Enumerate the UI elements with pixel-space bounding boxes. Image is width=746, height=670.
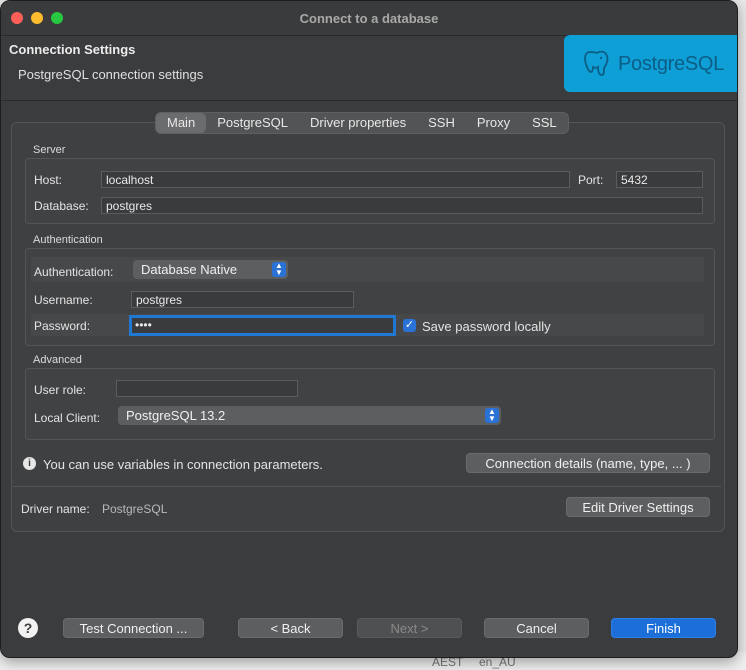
chevron-updown-icon: ▲ ▼ — [485, 408, 499, 423]
username-input[interactable]: postgres — [131, 291, 354, 308]
port-label: Port: — [578, 173, 604, 187]
user-role-label: User role: — [34, 383, 87, 397]
test-connection-button[interactable]: Test Connection ... — [63, 618, 204, 638]
driver-name-label: Driver name: — [21, 502, 90, 516]
tab-proxy[interactable]: Proxy — [466, 113, 521, 133]
host-label: Host: — [34, 173, 63, 187]
database-input[interactable]: postgres — [101, 197, 703, 214]
authentication-select[interactable]: Database Native ▲ ▼ — [133, 260, 288, 279]
local-client-label: Local Client: — [34, 411, 101, 425]
next-button[interactable]: Next > — [357, 618, 462, 638]
password-input[interactable]: •••• — [129, 315, 396, 336]
tab-main[interactable]: Main — [156, 113, 207, 133]
connection-details-button[interactable]: Connection details (name, type, ... ) — [466, 453, 710, 473]
authentication-label: Authentication: — [34, 265, 114, 279]
elephant-icon — [584, 50, 609, 76]
user-role-input[interactable] — [116, 380, 298, 397]
tab-postgresql[interactable]: PostgreSQL — [206, 113, 299, 133]
save-password-label[interactable]: Save password locally — [422, 319, 551, 334]
tab-ssl[interactable]: SSL — [521, 113, 568, 133]
password-label: Password: — [34, 319, 91, 333]
port-input[interactable]: 5432 — [616, 171, 703, 188]
header-separator — [1, 100, 737, 101]
advanced-group-label: Advanced — [33, 354, 82, 366]
tab-bar: Main PostgreSQL Driver properties SSH Pr… — [155, 112, 569, 134]
authentication-select-value: Database Native — [141, 262, 238, 277]
authentication-group-label: Authentication — [33, 234, 103, 246]
cancel-button[interactable]: Cancel — [484, 618, 589, 638]
auth-row-background — [31, 257, 704, 282]
window-title: Connect to a database — [299, 11, 439, 26]
host-input[interactable]: localhost — [101, 171, 570, 188]
postgresql-logo: PostgreSQL — [564, 35, 737, 92]
help-icon[interactable]: ? — [18, 618, 38, 638]
variables-info-text: You can use variables in connection para… — [43, 457, 323, 472]
server-group-label: Server — [33, 144, 66, 156]
chevron-updown-icon: ▲ ▼ — [272, 262, 286, 277]
connect-dialog: Connect to a database Connection Setting… — [0, 0, 738, 658]
info-icon: i — [23, 457, 36, 470]
title-bar: Connect to a database — [1, 1, 737, 36]
finish-button[interactable]: Finish — [611, 618, 716, 638]
logo-wordmark: PostgreSQL — [618, 53, 724, 75]
tab-ssh[interactable]: SSH — [417, 113, 466, 133]
advanced-group — [25, 368, 715, 440]
local-client-select[interactable]: PostgreSQL 13.2 ▲ ▼ — [118, 406, 501, 425]
back-button[interactable]: < Back — [238, 618, 343, 638]
local-client-select-value: PostgreSQL 13.2 — [126, 408, 226, 423]
page-subtitle: PostgreSQL connection settings — [18, 67, 204, 82]
database-label: Database: — [34, 199, 89, 213]
save-password-checkbox[interactable]: ✓ — [403, 319, 416, 332]
page-title: Connection Settings — [9, 42, 136, 57]
tab-driver-properties[interactable]: Driver properties — [299, 113, 417, 133]
driver-separator — [13, 486, 721, 487]
username-label: Username: — [34, 293, 93, 307]
edit-driver-settings-button[interactable]: Edit Driver Settings — [566, 497, 710, 517]
driver-name-value: PostgreSQL — [102, 502, 168, 516]
